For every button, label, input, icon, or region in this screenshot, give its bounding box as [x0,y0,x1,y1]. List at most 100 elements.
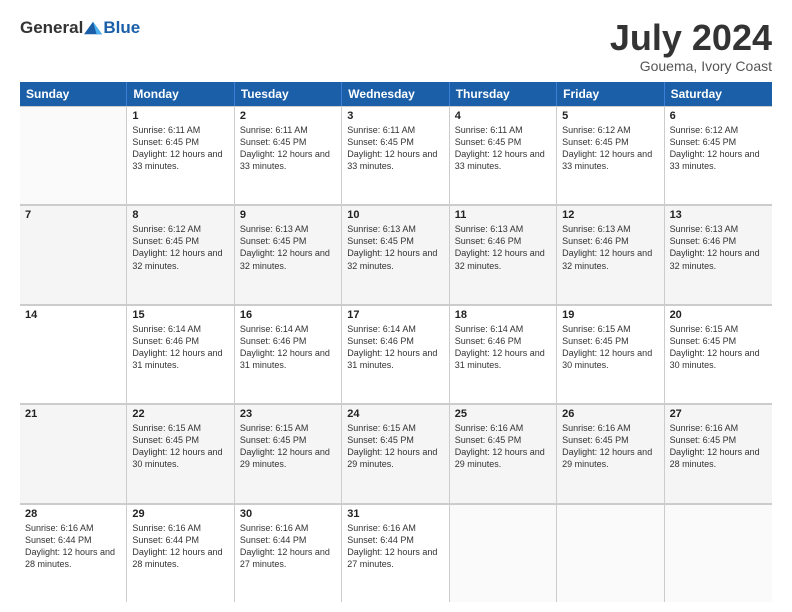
cell-info: Sunrise: 6:13 AM Sunset: 6:45 PM Dayligh… [240,223,336,272]
calendar-cell: 31 Sunrise: 6:16 AM Sunset: 6:44 PM Dayli… [342,504,449,602]
calendar-cell: 24 Sunrise: 6:15 AM Sunset: 6:45 PM Dayli… [342,404,449,502]
calendar: Sunday Monday Tuesday Wednesday Thursday… [20,82,772,602]
calendar-row-1: 1 Sunrise: 6:11 AM Sunset: 6:45 PM Daylig… [20,106,772,205]
calendar-cell: 6 Sunrise: 6:12 AM Sunset: 6:45 PM Daylig… [665,106,772,204]
calendar-cell: 17 Sunrise: 6:14 AM Sunset: 6:46 PM Dayli… [342,305,449,403]
calendar-cell: 9 Sunrise: 6:13 AM Sunset: 6:45 PM Daylig… [235,205,342,303]
day-number: 3 [347,110,443,122]
cell-info: Sunrise: 6:16 AM Sunset: 6:44 PM Dayligh… [132,522,228,571]
title-area: July 2024 Gouema, Ivory Coast [610,18,772,74]
day-number: 24 [347,408,443,420]
day-number: 20 [670,309,767,321]
cell-info: Sunrise: 6:12 AM Sunset: 6:45 PM Dayligh… [670,124,767,173]
cell-info: Sunrise: 6:16 AM Sunset: 6:45 PM Dayligh… [562,422,658,471]
cell-info: Sunrise: 6:16 AM Sunset: 6:44 PM Dayligh… [25,522,121,571]
day-number: 19 [562,309,658,321]
cell-info: Sunrise: 6:16 AM Sunset: 6:44 PM Dayligh… [240,522,336,571]
header-wednesday: Wednesday [342,82,449,106]
day-number: 14 [25,309,121,321]
cell-info: Sunrise: 6:12 AM Sunset: 6:45 PM Dayligh… [562,124,658,173]
calendar-cell: 10 Sunrise: 6:13 AM Sunset: 6:45 PM Dayli… [342,205,449,303]
cell-info: Sunrise: 6:16 AM Sunset: 6:44 PM Dayligh… [347,522,443,571]
calendar-cell: 12 Sunrise: 6:13 AM Sunset: 6:46 PM Dayli… [557,205,664,303]
calendar-cell: 14 [20,305,127,403]
cell-info: Sunrise: 6:15 AM Sunset: 6:45 PM Dayligh… [240,422,336,471]
day-number: 23 [240,408,336,420]
header-sunday: Sunday [20,82,127,106]
cell-info: Sunrise: 6:14 AM Sunset: 6:46 PM Dayligh… [132,323,228,372]
cell-info: Sunrise: 6:12 AM Sunset: 6:45 PM Dayligh… [132,223,228,272]
cell-info: Sunrise: 6:13 AM Sunset: 6:46 PM Dayligh… [562,223,658,272]
location: Gouema, Ivory Coast [610,58,772,74]
calendar-cell [665,504,772,602]
calendar-cell [20,106,127,204]
calendar-cell: 19Sunrise: 6:15 AM Sunset: 6:45 PM Dayli… [557,305,664,403]
calendar-cell: 22Sunrise: 6:15 AM Sunset: 6:45 PM Dayli… [127,404,234,502]
cell-info: Sunrise: 6:13 AM Sunset: 6:45 PM Dayligh… [347,223,443,272]
cell-info: Sunrise: 6:14 AM Sunset: 6:46 PM Dayligh… [455,323,551,372]
calendar-cell: 18 Sunrise: 6:14 AM Sunset: 6:46 PM Dayli… [450,305,557,403]
calendar-cell [557,504,664,602]
cell-info: Sunrise: 6:15 AM Sunset: 6:45 PM Dayligh… [347,422,443,471]
day-number: 5 [562,110,658,122]
day-number: 11 [455,209,551,221]
cell-info: Sunrise: 6:16 AM Sunset: 6:45 PM Dayligh… [670,422,767,471]
logo-blue: Blue [103,18,140,38]
header-saturday: Saturday [665,82,772,106]
day-number: 27 [670,408,767,420]
cell-info: Sunrise: 6:13 AM Sunset: 6:46 PM Dayligh… [670,223,767,272]
header-tuesday: Tuesday [235,82,342,106]
day-number: 29 [132,508,228,520]
cell-info: Sunrise: 6:16 AM Sunset: 6:45 PM Dayligh… [455,422,551,471]
calendar-row-2: 78 Sunrise: 6:12 AM Sunset: 6:45 PM Dayli… [20,205,772,304]
calendar-cell: 20Sunrise: 6:15 AM Sunset: 6:45 PM Dayli… [665,305,772,403]
day-number: 9 [240,209,336,221]
cell-info: Sunrise: 6:11 AM Sunset: 6:45 PM Dayligh… [132,124,228,173]
day-number: 12 [562,209,658,221]
day-number: 6 [670,110,767,122]
day-number: 30 [240,508,336,520]
day-number: 10 [347,209,443,221]
calendar-cell: 29 Sunrise: 6:16 AM Sunset: 6:44 PM Dayli… [127,504,234,602]
day-number: 31 [347,508,443,520]
cell-info: Sunrise: 6:14 AM Sunset: 6:46 PM Dayligh… [240,323,336,372]
day-number: 25 [455,408,551,420]
day-number: 17 [347,309,443,321]
day-number: 26 [562,408,658,420]
calendar-header: Sunday Monday Tuesday Wednesday Thursday… [20,82,772,106]
calendar-cell: 23 Sunrise: 6:15 AM Sunset: 6:45 PM Dayli… [235,404,342,502]
day-number: 28 [25,508,121,520]
calendar-cell: 26 Sunrise: 6:16 AM Sunset: 6:45 PM Dayli… [557,404,664,502]
cell-info: Sunrise: 6:11 AM Sunset: 6:45 PM Dayligh… [347,124,443,173]
calendar-cell: 7 [20,205,127,303]
header-friday: Friday [557,82,664,106]
cell-info: Sunrise: 6:14 AM Sunset: 6:46 PM Dayligh… [347,323,443,372]
calendar-row-5: 28 Sunrise: 6:16 AM Sunset: 6:44 PM Dayli… [20,504,772,602]
calendar-cell: 28 Sunrise: 6:16 AM Sunset: 6:44 PM Dayli… [20,504,127,602]
calendar-cell: 2 Sunrise: 6:11 AM Sunset: 6:45 PM Daylig… [235,106,342,204]
page: General Blue July 2024 Gouema, Ivory Coa… [0,0,792,612]
cell-info: Sunrise: 6:13 AM Sunset: 6:46 PM Dayligh… [455,223,551,272]
calendar-cell: 27 Sunrise: 6:16 AM Sunset: 6:45 PM Dayli… [665,404,772,502]
cell-info: Sunrise: 6:11 AM Sunset: 6:45 PM Dayligh… [455,124,551,173]
logo-general: General [20,18,83,38]
calendar-cell: 15Sunrise: 6:14 AM Sunset: 6:46 PM Dayli… [127,305,234,403]
calendar-cell: 25 Sunrise: 6:16 AM Sunset: 6:45 PM Dayli… [450,404,557,502]
day-number: 7 [25,209,121,221]
month-title: July 2024 [610,18,772,58]
calendar-cell: 3 Sunrise: 6:11 AM Sunset: 6:45 PM Daylig… [342,106,449,204]
day-number: 8 [132,209,228,221]
day-number: 2 [240,110,336,122]
logo: General Blue [20,18,140,38]
day-number: 18 [455,309,551,321]
header-thursday: Thursday [450,82,557,106]
day-number: 13 [670,209,767,221]
calendar-cell: 11 Sunrise: 6:13 AM Sunset: 6:46 PM Dayli… [450,205,557,303]
calendar-row-4: 2122Sunrise: 6:15 AM Sunset: 6:45 PM Day… [20,404,772,503]
header: General Blue July 2024 Gouema, Ivory Coa… [20,18,772,74]
cell-info: Sunrise: 6:11 AM Sunset: 6:45 PM Dayligh… [240,124,336,173]
calendar-cell: 13 Sunrise: 6:13 AM Sunset: 6:46 PM Dayli… [665,205,772,303]
calendar-cell: 21 [20,404,127,502]
calendar-cell: 16Sunrise: 6:14 AM Sunset: 6:46 PM Dayli… [235,305,342,403]
day-number: 1 [132,110,228,122]
